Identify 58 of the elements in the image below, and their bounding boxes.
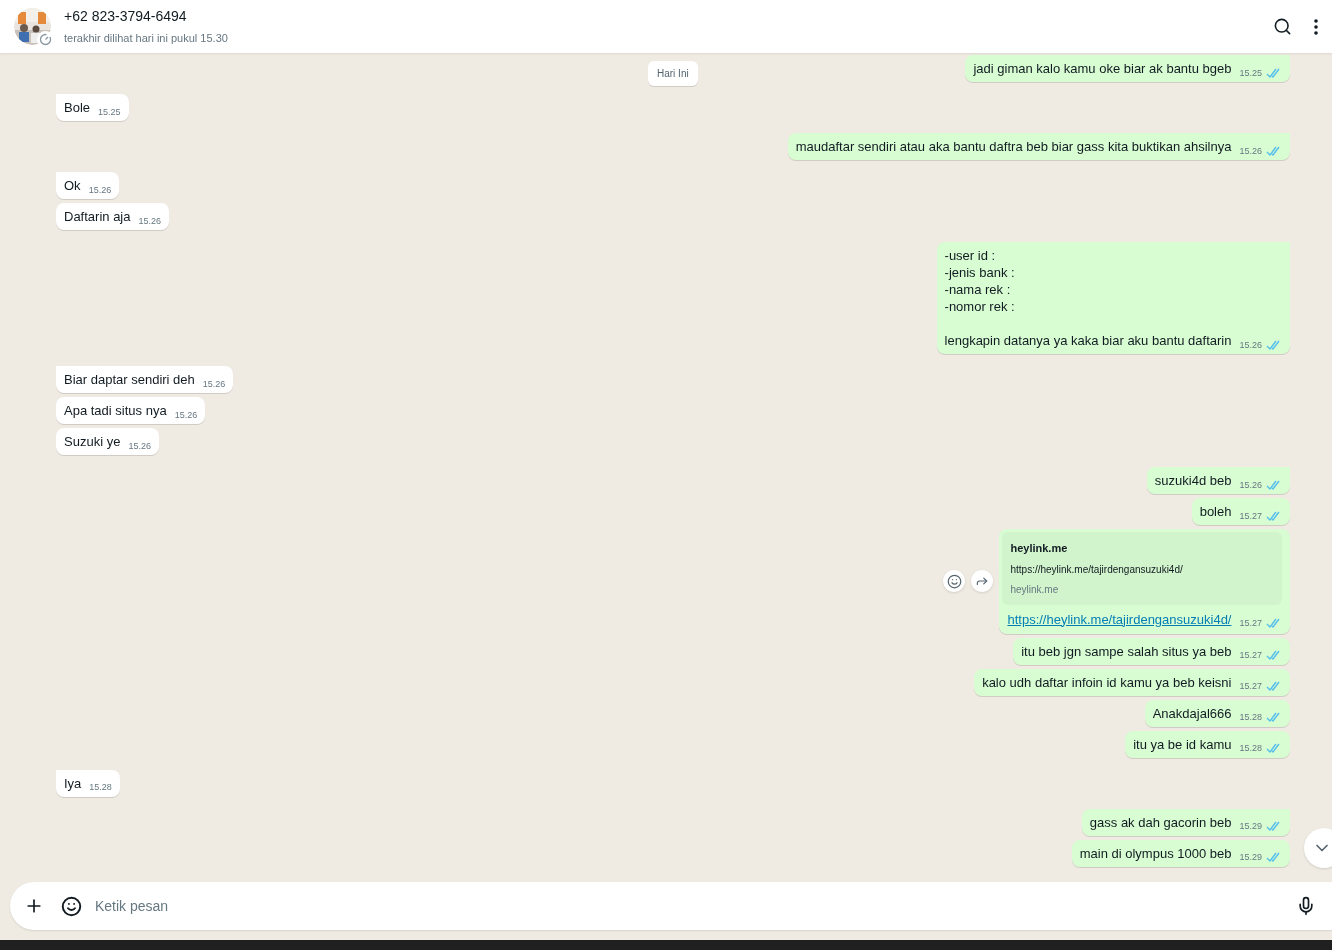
message-text: itu beb jgn sampe salah situs ya beb [1021,642,1232,660]
message-time: 15.29 [1239,820,1262,833]
preview-url: https://heylink.me/tajirdengansuzuki4d/ [1010,562,1184,577]
message-time: 15.27 [1239,617,1262,630]
message-time: 15.26 [1239,478,1262,492]
message-time: 15.26 [88,183,112,197]
message-input[interactable]: Ketik pesan [95,895,1296,917]
message-text: boleh [1199,503,1232,520]
message-time: 15.28 [89,781,112,794]
message-text: Biar daptar sendiri deh [64,371,195,388]
mic-button[interactable] [1296,896,1316,916]
message-text: Apa tadi situs nya [64,402,167,419]
contact-name: +62 823-3794-6494 [64,7,188,27]
message-link[interactable]: https://heylink.me/tajirdengansuzuki4d/ [1007,610,1232,628]
message-text: Bole [64,99,91,116]
link-preview[interactable]: heylink.me https://heylink.me/tajirdengansuzuki4d/ heylink.me [1002,532,1283,605]
message-text: kalo udh daftar infoin id kamu ya beb keisni [982,673,1232,691]
date-chip: Hari Ini [648,61,698,86]
message-text: maudaftar sendiri atau aka bantu daftra beb biar gass kita buktikan ahsilnya [795,138,1232,155]
last-seen: terakhir dilihat hari ini pukul 15.30 [64,31,228,47]
message-time: 15.27 [1239,649,1262,662]
microphone-icon [1296,896,1316,916]
forward-button[interactable] [971,570,994,593]
message-text: itu ya be id kamu [1133,735,1232,753]
message-time: 15.26 [202,377,226,391]
message-time: 15.26 [138,214,161,228]
message-time: 15.26 [174,408,198,422]
message-text: Suzuki ye [64,433,121,450]
message-field[interactable]: Ketik pesan [10,882,1332,930]
menu-icon [1314,18,1318,35]
message-time: 15.25 [1239,66,1262,80]
search-button[interactable] [1273,17,1292,36]
message-time: 15.27 [1239,680,1262,693]
search-icon [1273,17,1292,36]
smiley-icon [946,573,962,589]
message-text: main di olympus 1000 beb [1079,844,1232,862]
preview-title: heylink.me [1010,541,1069,556]
sticker-icon [61,895,82,917]
message-text: Iya [64,774,82,792]
message-time: 15.25 [98,105,121,119]
menu-button[interactable] [1314,18,1318,35]
message-text: jadi giman kalo kamu oke biar ak bantu bgeb [973,60,1232,77]
message-time: 15.26 [1239,338,1262,352]
react-button[interactable] [943,570,966,593]
message-time: 15.26 [128,439,151,453]
preview-domain: heylink.me [1010,582,1060,597]
message-text: Ok [64,177,81,194]
message-time: 15.28 [1239,711,1262,724]
message-time: 15.27 [1239,509,1262,523]
message-time: 15.26 [1239,144,1262,158]
sticker-button[interactable] [61,895,82,917]
message-time: 15.28 [1239,742,1262,755]
message-text: gass ak dah gacorin beb [1089,813,1232,831]
message-time: 15.29 [1239,851,1262,864]
message-text: -user id : -jenis bank : -nama rek : -nomor rek : lengkapin datanya ya kaka biar aku bantu daftarin [944,247,1232,349]
message-text: suzuki4d beb [1154,472,1232,489]
message-text: Daftarin aja [64,208,131,225]
message-text: Anakdajal666 [1152,704,1232,722]
